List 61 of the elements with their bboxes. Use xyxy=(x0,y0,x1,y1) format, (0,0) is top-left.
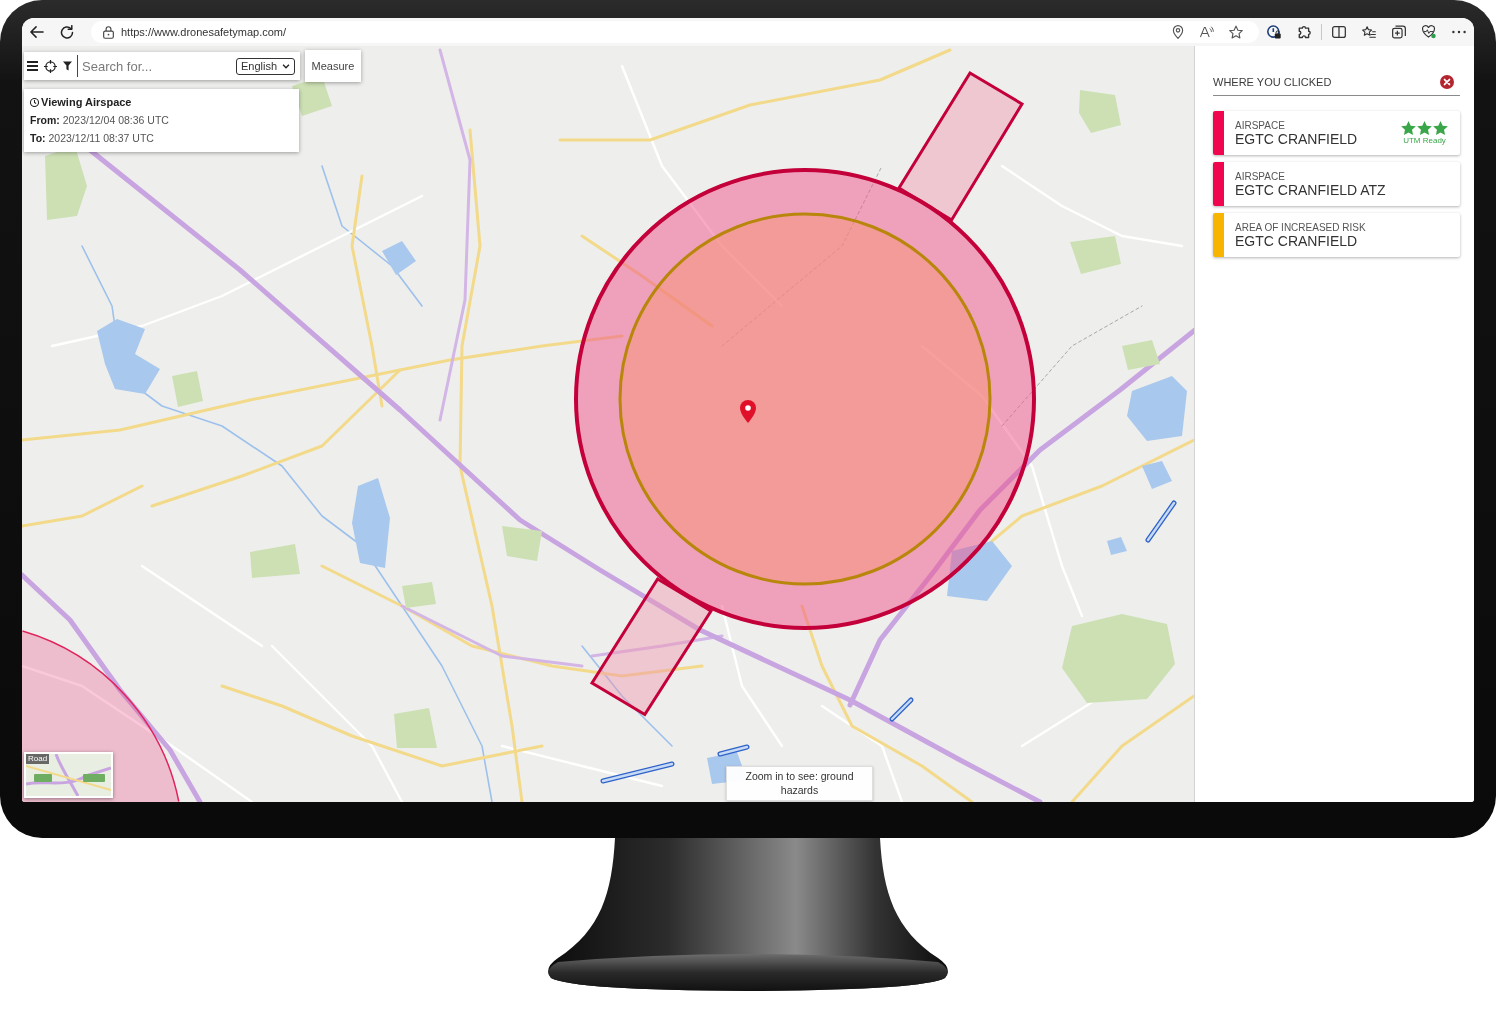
layer-switcher[interactable]: Road xyxy=(24,752,113,798)
result-card[interactable]: AREA OF INCREASED RISK EGTC CRANFIELD xyxy=(1213,213,1460,257)
result-category: AREA OF INCREASED RISK xyxy=(1235,221,1367,233)
collections-icon[interactable] xyxy=(1392,25,1406,39)
back-icon[interactable] xyxy=(30,25,44,39)
valid-from-text: From: 2023/12/04 08:36 UTC xyxy=(30,113,170,128)
result-card[interactable]: AIRSPACE EGTC CRANFIELD ATZ xyxy=(1213,162,1460,206)
search-field[interactable]: Search for... xyxy=(81,55,232,77)
chevron-icon xyxy=(282,63,290,69)
star-icon[interactable] xyxy=(1229,25,1243,39)
result-name: EGTC CRANFIELD ATZ xyxy=(1235,181,1387,198)
lake xyxy=(1127,376,1187,441)
refresh-icon[interactable] xyxy=(60,25,74,39)
address-bar[interactable]: https://www.dronesafetymap.com/ xyxy=(91,21,1259,43)
park-area xyxy=(1079,90,1121,133)
lake xyxy=(1107,537,1127,555)
crosshair-icon[interactable] xyxy=(44,59,57,73)
measure-button[interactable]: Measure xyxy=(305,50,361,82)
result-category: AIRSPACE xyxy=(1235,119,1286,131)
lake xyxy=(1142,461,1172,489)
viewing-airspace-title: Viewing Airspace xyxy=(41,96,132,108)
split-screen-icon[interactable] xyxy=(1332,25,1346,39)
result-name: EGTC CRANFIELD xyxy=(1235,130,1359,147)
park-area xyxy=(502,526,542,561)
location-icon[interactable] xyxy=(1171,25,1185,39)
result-card[interactable]: AIRSPACE EGTC CRANFIELD UTM Ready xyxy=(1213,111,1460,155)
star-icon xyxy=(1417,120,1432,135)
park-area xyxy=(1122,340,1160,370)
strip-marker xyxy=(889,697,914,722)
zoom-notice: Zoom in to see: ground hazards xyxy=(726,766,873,801)
location-pin-icon xyxy=(740,400,756,423)
lock-icon xyxy=(103,25,114,39)
result-name: EGTC CRANFIELD xyxy=(1235,232,1359,249)
result-category: AIRSPACE xyxy=(1235,170,1286,182)
panel-title: WHERE YOU CLICKED xyxy=(1213,75,1332,88)
lake xyxy=(382,241,416,275)
favorites-icon[interactable] xyxy=(1362,25,1376,39)
read-aloud-icon[interactable] xyxy=(1200,25,1214,39)
puzzle-icon[interactable] xyxy=(1297,25,1311,39)
star-icon xyxy=(1433,120,1448,135)
layer-label: Road xyxy=(26,754,50,764)
park-area xyxy=(394,708,437,748)
strip-marker xyxy=(1145,500,1177,543)
valid-to-text: To: 2023/12/11 08:37 UTC xyxy=(30,131,155,146)
star-icon xyxy=(1401,120,1416,135)
park-area xyxy=(1070,236,1121,274)
lake xyxy=(947,541,1012,601)
search-bar[interactable]: Search for... English xyxy=(24,52,300,80)
strip-marker xyxy=(717,744,750,757)
park-area xyxy=(250,544,300,578)
more-icon[interactable] xyxy=(1452,30,1466,34)
park-area xyxy=(402,582,436,608)
close-icon[interactable] xyxy=(1440,74,1454,89)
filter-icon[interactable] xyxy=(63,61,72,71)
menu-icon[interactable] xyxy=(27,61,38,71)
language-select[interactable]: English xyxy=(235,57,295,75)
utm-ready-label: UTM Ready xyxy=(1403,135,1446,146)
heart-pulse-icon[interactable] xyxy=(1422,25,1436,39)
circle-lock-icon[interactable] xyxy=(1267,25,1281,39)
park-area xyxy=(172,371,203,407)
clock-icon xyxy=(30,97,39,107)
